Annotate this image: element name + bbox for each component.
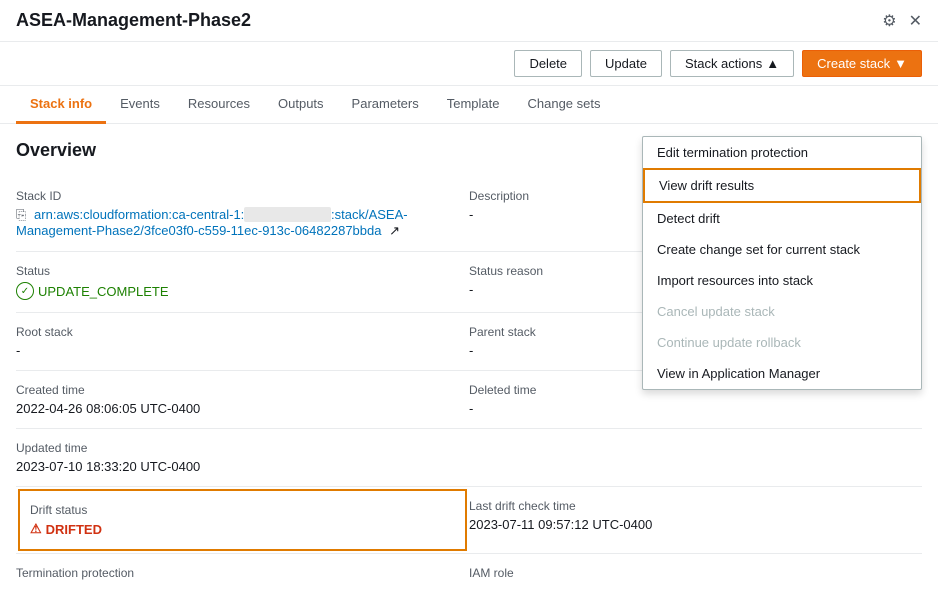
drift-row: Drift status DRIFTED Last drift check ti…	[16, 487, 922, 554]
tab-parameters[interactable]: Parameters	[338, 86, 433, 124]
stack-actions-button[interactable]: Stack actions ▲	[670, 50, 794, 77]
caret-down-icon: ▼	[894, 56, 907, 71]
tab-outputs[interactable]: Outputs	[264, 86, 338, 124]
updated-time-cell: Updated time 2023-07-10 18:33:20 UTC-040…	[16, 429, 469, 487]
created-time-cell: Created time 2022-04-26 08:06:05 UTC-040…	[16, 371, 469, 429]
termination-cell: Termination protection Activated	[16, 554, 469, 584]
tab-events[interactable]: Events	[106, 86, 174, 124]
dropdown-item-view-app-manager[interactable]: View in Application Manager	[643, 358, 921, 389]
tab-stack-info[interactable]: Stack info	[16, 86, 106, 124]
delete-button[interactable]: Delete	[514, 50, 582, 77]
dropdown-item-edit-termination[interactable]: Edit termination protection	[643, 137, 921, 168]
stack-id-cell: Stack ID ⎘ arn:aws:cloudformation:ca-cen…	[16, 177, 469, 252]
termination-label: Termination protection	[16, 566, 469, 580]
dropdown-item-create-change-set[interactable]: Create change set for current stack	[643, 234, 921, 265]
create-stack-button[interactable]: Create stack ▼	[802, 50, 922, 77]
tab-template[interactable]: Template	[433, 86, 514, 124]
tab-resources[interactable]: Resources	[174, 86, 264, 124]
root-stack-value: -	[16, 343, 437, 358]
status-value: UPDATE_COMPLETE	[16, 282, 437, 300]
stack-id-link[interactable]: arn:aws:cloudformation:ca-central-1:XXXX…	[16, 207, 408, 238]
updated-time-label: Updated time	[16, 441, 437, 455]
tabs-bar: Stack info Events Resources Outputs Para…	[0, 86, 938, 124]
dropdown-item-import-resources[interactable]: Import resources into stack	[643, 265, 921, 296]
status-cell: Status UPDATE_COMPLETE	[16, 252, 469, 313]
external-link-icon[interactable]: ↗	[389, 223, 400, 238]
drift-status-value: DRIFTED	[30, 521, 455, 537]
drift-status-cell: Drift status DRIFTED	[18, 489, 467, 551]
updated-time-value: 2023-07-10 18:33:20 UTC-0400	[16, 459, 437, 474]
root-stack-label: Root stack	[16, 325, 437, 339]
last-drift-value: 2023-07-11 09:57:12 UTC-0400	[469, 517, 922, 532]
created-time-value: 2022-04-26 08:06:05 UTC-0400	[16, 401, 437, 416]
status-label: Status	[16, 264, 437, 278]
empty-cell	[469, 429, 922, 487]
last-drift-cell: Last drift check time 2023-07-11 09:57:1…	[469, 487, 922, 553]
page-title: ASEA-Management-Phase2	[16, 10, 251, 31]
stack-id-value: ⎘ arn:aws:cloudformation:ca-central-1:XX…	[16, 207, 437, 239]
update-button[interactable]: Update	[590, 50, 662, 77]
termination-row: Termination protection Activated IAM rol…	[16, 554, 922, 584]
stack-id-label: Stack ID	[16, 189, 437, 203]
dropdown-item-detect-drift[interactable]: Detect drift	[643, 203, 921, 234]
settings-icon[interactable]: ⚙	[882, 11, 896, 31]
tab-change-sets[interactable]: Change sets	[514, 86, 615, 124]
toolbar: Delete Update Stack actions ▲ Create sta…	[0, 42, 938, 86]
copy-icon[interactable]: ⎘	[16, 207, 26, 222]
dropdown-item-continue-rollback: Continue update rollback	[643, 327, 921, 358]
root-stack-cell: Root stack -	[16, 313, 469, 371]
created-time-label: Created time	[16, 383, 437, 397]
title-bar: ASEA-Management-Phase2 ⚙ ✕	[0, 0, 938, 42]
close-icon[interactable]: ✕	[909, 11, 922, 31]
last-drift-label: Last drift check time	[469, 499, 922, 513]
dropdown-item-cancel-update: Cancel update stack	[643, 296, 921, 327]
iam-role-cell: IAM role arn:aws:iam::XXXXXXXXX:role/cdk…	[469, 554, 922, 584]
title-bar-icons: ⚙ ✕	[882, 11, 922, 31]
iam-role-label: IAM role	[469, 566, 922, 580]
drift-status-label: Drift status	[30, 503, 455, 517]
deleted-time-value: -	[469, 401, 922, 416]
caret-up-icon: ▲	[766, 56, 779, 71]
dropdown-item-view-drift[interactable]: View drift results	[643, 168, 921, 203]
stack-actions-dropdown: Edit termination protection View drift r…	[642, 136, 922, 390]
